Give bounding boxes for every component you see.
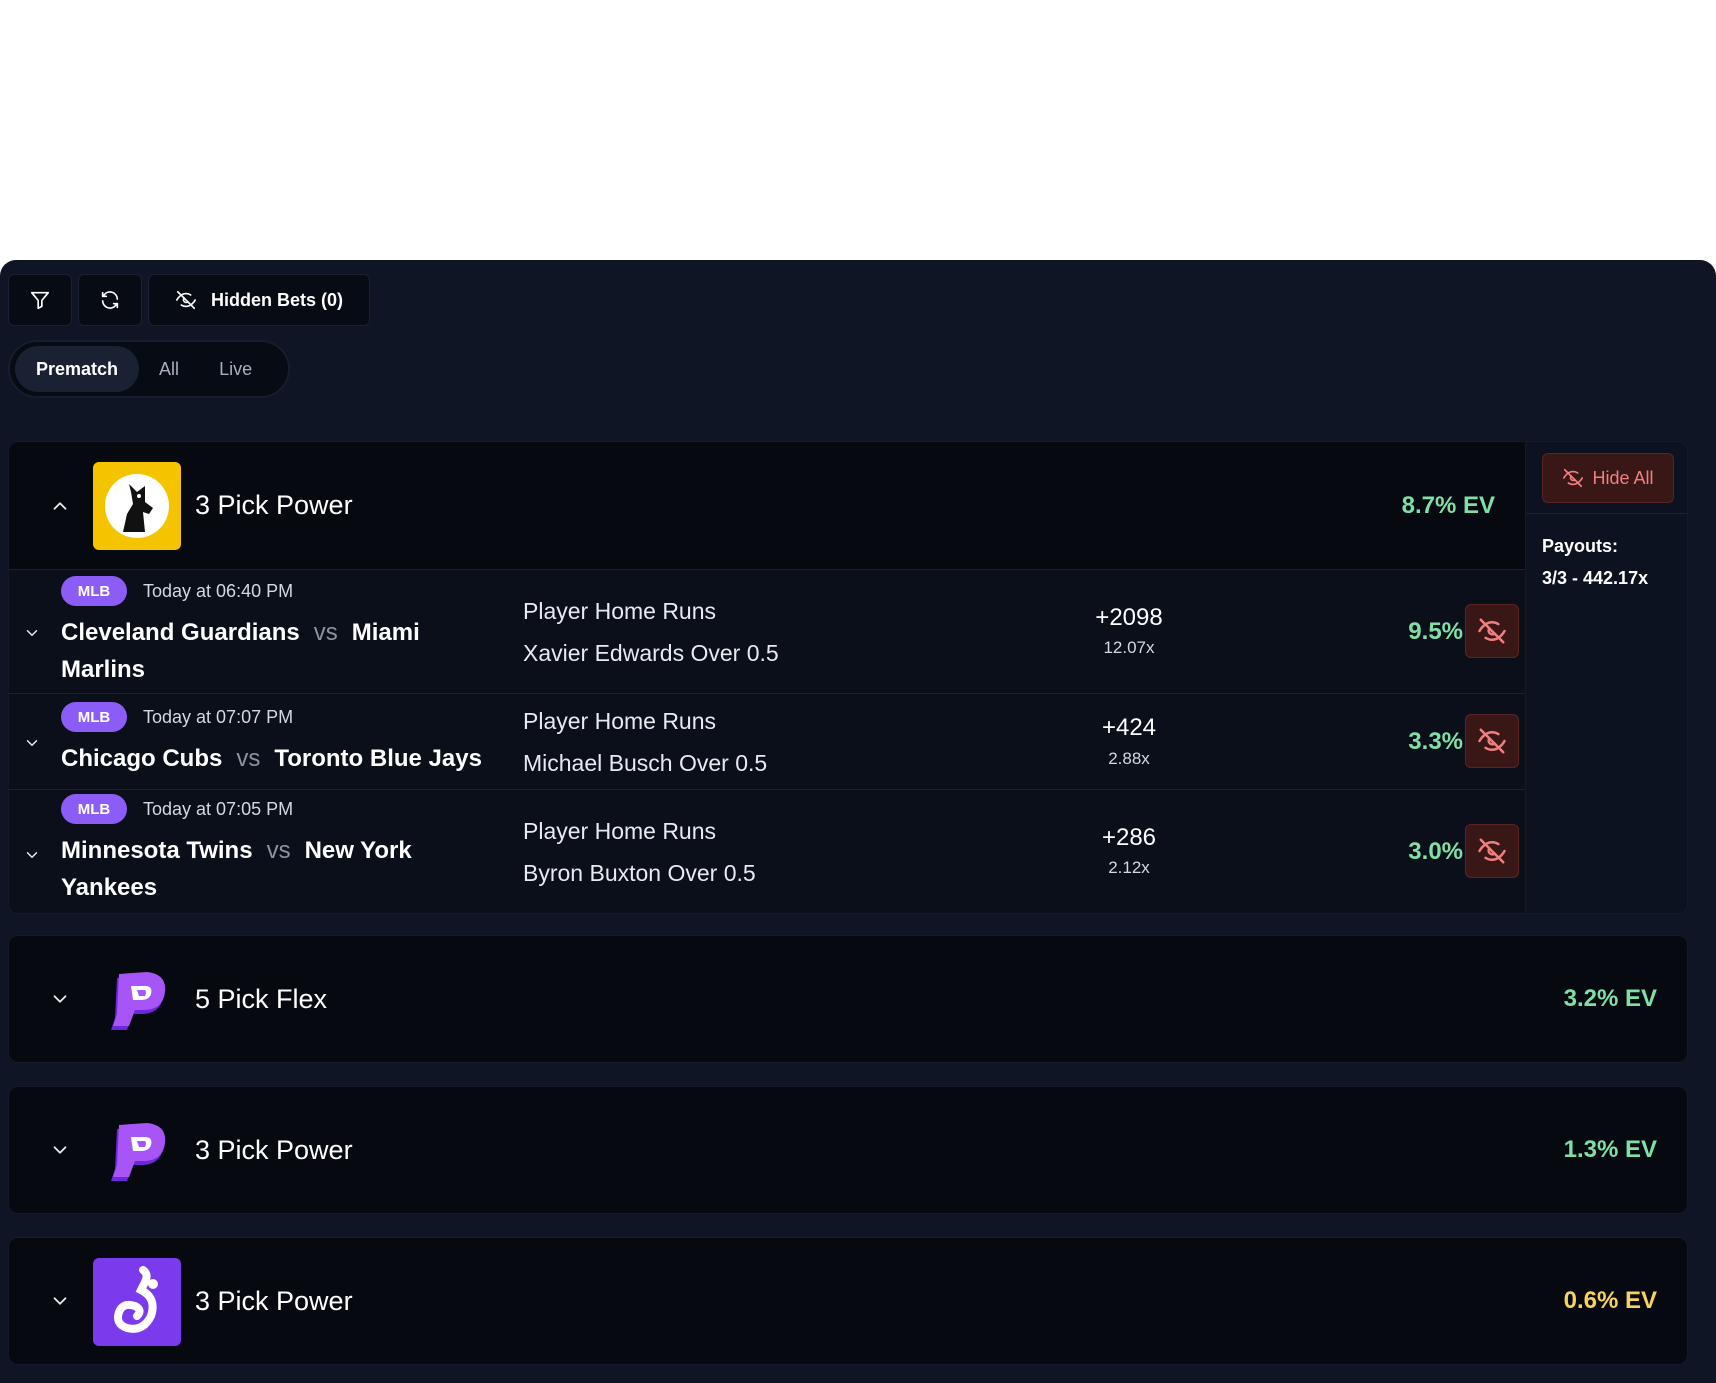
bet-group-ev: 8.7% EV (1401, 491, 1495, 519)
hide-all-button[interactable]: Hide All (1542, 453, 1674, 503)
bet-row[interactable]: MLB Today at 07:07 PM Chicago Cubs vs Toro… (9, 694, 1525, 790)
pick-label: Byron Buxton Over 0.5 (523, 860, 756, 886)
payouts-value: 3/3 - 442.17x (1542, 568, 1649, 588)
game-time: Today at 07:07 PM (143, 707, 294, 727)
vs-label: vs (313, 619, 338, 646)
tab-prematch[interactable]: Prematch (15, 346, 140, 392)
chevron-down-icon[interactable] (49, 1139, 71, 1161)
game-time: Today at 06:40 PM (143, 581, 294, 601)
bet-row[interactable]: MLB Today at 06:40 PM Cleveland Guardian… (9, 570, 1525, 694)
toolbar: Hidden Bets (0) (8, 274, 370, 326)
odds-value: +424 (1101, 714, 1157, 741)
league-badge: MLB (61, 576, 127, 606)
row-ev: 3.3% (1408, 728, 1463, 755)
bet-group-card: 3 Pick Power 8.7% EV MLB Today at 06:40 … (8, 441, 1688, 914)
eye-off-icon (1563, 468, 1584, 488)
eye-off-icon (1478, 838, 1506, 864)
underdog-logo (93, 462, 181, 550)
market-label: Player Home Runs (523, 708, 717, 734)
vs-label: vs (236, 745, 261, 772)
dabble-logo (93, 1258, 181, 1346)
game-time: Today at 07:05 PM (143, 799, 294, 819)
tab-live[interactable]: Live (199, 346, 272, 392)
home-team: Minnesota Twins (61, 837, 253, 864)
chevron-down-icon[interactable] (23, 846, 41, 864)
bet-group-ev: 0.6% EV (1563, 1287, 1657, 1314)
filter-icon (30, 291, 50, 310)
chevron-up-icon[interactable] (49, 495, 71, 517)
multiplier-value: 2.88x (1108, 749, 1150, 768)
home-team: Cleveland Guardians (61, 619, 300, 646)
app-panel: Hidden Bets (0) Prematch All Live 3 Pick… (0, 260, 1716, 1383)
tab-all[interactable]: All (139, 346, 199, 392)
mode-tabs: Prematch All Live (8, 340, 290, 398)
payout-sidebar: Hide All Payouts: 3/3 - 442.17x (1525, 442, 1687, 913)
payouts-label: Payouts: (1542, 536, 1619, 556)
prizepicks-logo (93, 1107, 181, 1195)
pick-label: Xavier Edwards Over 0.5 (523, 640, 779, 666)
away-team: Toronto Blue Jays (274, 745, 482, 772)
hidden-bets-label: Hidden Bets (0) (210, 289, 343, 310)
refresh-button[interactable] (78, 274, 142, 326)
bet-group-title: 3 Pick Power (195, 490, 353, 520)
bet-group-header[interactable]: 3 Pick Power 8.7% EV (9, 442, 1525, 570)
bet-group-title: 3 Pick Power (195, 1134, 353, 1165)
hide-bet-button[interactable] (1465, 714, 1519, 768)
market-label: Player Home Runs (523, 598, 717, 624)
chevron-down-icon[interactable] (49, 1290, 71, 1312)
bet-group-card[interactable]: 5 Pick Flex 3.2% EV (8, 935, 1688, 1063)
row-ev: 9.5% (1408, 618, 1463, 645)
chevron-down-icon[interactable] (23, 734, 41, 752)
bet-group-title: 5 Pick Flex (195, 983, 328, 1014)
row-ev: 3.0% (1408, 838, 1463, 865)
matchup: Chicago Cubs vs Toronto Blue Jays (61, 740, 501, 777)
hide-all-label: Hide All (1592, 467, 1654, 488)
home-team: Chicago Cubs (61, 745, 223, 772)
chevron-down-icon[interactable] (49, 988, 71, 1010)
bet-group-ev: 1.3% EV (1563, 1136, 1657, 1163)
matchup: Cleveland Guardians vs Miami Marlins (61, 614, 501, 688)
eye-off-icon (1478, 618, 1506, 644)
bet-group-ev: 3.2% EV (1563, 985, 1657, 1012)
hide-bet-button[interactable] (1465, 824, 1519, 878)
filter-button[interactable] (8, 274, 72, 326)
bet-row[interactable]: MLB Today at 07:05 PM Minnesota Twins vs N… (9, 790, 1525, 913)
bet-group-title: 3 Pick Power (195, 1285, 353, 1316)
divider (1526, 513, 1687, 514)
pick-label: Michael Busch Over 0.5 (523, 750, 768, 776)
matchup: Minnesota Twins vs New York Yankees (61, 832, 501, 906)
odds-value: +2098 (1095, 604, 1163, 631)
bet-group-card[interactable]: 3 Pick Power 1.3% EV (8, 1086, 1688, 1214)
league-badge: MLB (61, 794, 127, 824)
bet-group-card[interactable]: 3 Pick Power 0.6% EV (8, 1237, 1688, 1365)
eye-off-icon (1478, 728, 1506, 754)
hide-bet-button[interactable] (1465, 604, 1519, 658)
eye-off-icon (175, 290, 196, 310)
league-badge: MLB (61, 702, 127, 732)
multiplier-value: 12.07x (1103, 638, 1155, 657)
refresh-icon (101, 291, 119, 309)
market-label: Player Home Runs (523, 818, 717, 844)
prizepicks-logo (93, 956, 181, 1044)
hidden-bets-button[interactable]: Hidden Bets (0) (148, 274, 370, 326)
odds-value: +286 (1101, 824, 1157, 851)
chevron-down-icon[interactable] (23, 624, 41, 642)
vs-label: vs (266, 837, 291, 864)
multiplier-value: 2.12x (1108, 858, 1150, 877)
